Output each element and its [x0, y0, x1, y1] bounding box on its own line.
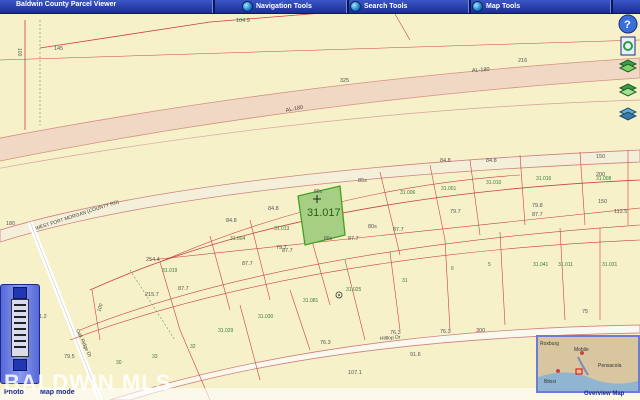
lot-number: 31.006 — [400, 190, 416, 196]
dim-label: 79.5 — [64, 354, 75, 360]
lot-number: 31.025 — [346, 287, 362, 293]
dim-label: 84.8 — [486, 158, 497, 164]
lot-number: 31.081 — [303, 298, 319, 304]
location-marker-dot — [338, 294, 340, 296]
parcel-bottom-dim: 80s — [324, 236, 333, 242]
zoom-tick — [14, 340, 26, 342]
app-title: Baldwin County Parcel Viewer — [16, 1, 117, 8]
dim-label: 87.7 — [178, 286, 189, 292]
basemap-icon[interactable] — [618, 102, 638, 122]
zoom-track[interactable] — [11, 299, 29, 357]
zoom-slider[interactable] — [0, 284, 40, 384]
zoom-tick — [14, 328, 26, 330]
lot-number: 31.004 — [230, 236, 246, 242]
dim-label: 145 — [54, 46, 63, 52]
dim-label: 325 — [340, 78, 349, 84]
lot-number: 6 — [451, 266, 454, 272]
dim-label: 87.7 — [393, 227, 404, 233]
globe-icon — [472, 1, 483, 12]
help-icon[interactable]: ? — [618, 14, 638, 34]
road-label-al180-lower: AL-180 — [472, 67, 490, 74]
dim-label: 300 — [476, 328, 485, 334]
dim-label: 100 — [16, 48, 22, 57]
lot-number: 33 — [152, 354, 158, 360]
dim-label: 76.3 — [390, 330, 401, 336]
zoom-tick — [14, 322, 26, 324]
parcel-top-dim: 80s — [314, 189, 323, 195]
dim-label: 79.8 — [532, 203, 543, 209]
overview-label-mobile: Mobile — [574, 347, 589, 353]
lot-number: 31.031 — [602, 262, 618, 268]
dim-label: 180 — [6, 221, 15, 227]
lot-number: 31.011 — [558, 262, 573, 268]
lot-number: 31.008 — [596, 176, 612, 182]
title-bar: Baldwin County Parcel Viewer — [0, 0, 640, 14]
lot-number: 31.001 — [441, 186, 457, 192]
overview-label-pensacola: Pensacola — [598, 363, 622, 369]
dim-label: 85s — [358, 178, 367, 184]
map-layers-icon[interactable] — [618, 80, 638, 100]
search-tools-menu[interactable]: Search Tools — [350, 0, 407, 13]
watermark: BALDWIN MLS — [4, 370, 172, 395]
dim-label: 79.7 — [450, 209, 461, 215]
lot-number: 31.013 — [274, 226, 290, 232]
menu-label: Navigation Tools — [256, 3, 312, 10]
layer-icon[interactable] — [618, 58, 638, 78]
dim-label: 75 — [582, 309, 588, 315]
dim-label: 107.1 — [348, 370, 362, 376]
menu-separator — [610, 0, 613, 13]
menu-separator — [468, 0, 471, 13]
dim-label: 87.7 — [532, 212, 543, 218]
dim-label: 84.8 — [268, 206, 279, 212]
dim-label: 215.7 — [145, 292, 159, 298]
dim-label: 87.7 — [282, 248, 293, 254]
dim-label: 84.8 — [226, 218, 237, 224]
svg-text:?: ? — [624, 19, 631, 31]
dim-label: 112.5 — [614, 209, 627, 215]
overview-label-biloxi: Biloxi — [544, 379, 556, 385]
menu-separator — [346, 0, 349, 13]
map-tools-menu[interactable]: Map Tools — [472, 0, 520, 13]
zoom-tick — [14, 310, 26, 312]
dim-label: 150 — [598, 199, 607, 205]
lot-number: 31.029 — [218, 328, 234, 334]
dim-label: 150 — [596, 154, 605, 160]
dim-label: 216 — [518, 58, 527, 64]
zoom-in-button[interactable] — [13, 287, 27, 299]
dim-label: 91.6 — [410, 352, 421, 358]
lot-number: 31.019 — [162, 268, 178, 274]
dim-label: 87.7 — [348, 236, 359, 242]
dim-label: 76.3 — [440, 329, 451, 335]
lot-number: 31.030 — [258, 314, 274, 320]
lot-number: 31.010 — [486, 180, 502, 186]
navigation-tools-menu[interactable]: Navigation Tools — [242, 0, 312, 13]
overview-map-label: Overview Map — [584, 391, 625, 397]
globe-icon — [350, 1, 361, 12]
overview-label-roxburg: Roxburg — [540, 341, 559, 347]
dim-label: 87.7 — [242, 261, 253, 267]
overview-map[interactable]: Roxburg Mobile Pensacola Biloxi — [536, 335, 640, 393]
lot-number: 5 — [488, 262, 491, 268]
dim-label: 254.4 — [146, 257, 160, 263]
lot-number: 31.016 — [536, 176, 552, 182]
globe-icon — [242, 1, 253, 12]
parcel-acres-label: 31.017 — [307, 207, 341, 219]
menu-separator — [212, 0, 215, 13]
menu-label: Search Tools — [364, 3, 408, 10]
zoom-tick — [14, 304, 26, 306]
dim-label: 76.3 — [320, 340, 331, 346]
lot-number: 30 — [116, 360, 122, 366]
dim-label: 104.9 — [236, 18, 250, 24]
zoom-tick — [14, 334, 26, 336]
refresh-icon[interactable] — [618, 36, 638, 56]
menu-label: Map Tools — [486, 3, 521, 10]
lot-number: 31.041 — [533, 262, 549, 268]
zoom-tick — [14, 346, 26, 348]
dim-label: 84.8 — [440, 158, 451, 164]
lot-number: 31 — [402, 278, 408, 284]
dim-label: 80s — [368, 224, 377, 230]
zoom-tick — [14, 316, 26, 318]
lot-number: 32 — [190, 344, 196, 350]
